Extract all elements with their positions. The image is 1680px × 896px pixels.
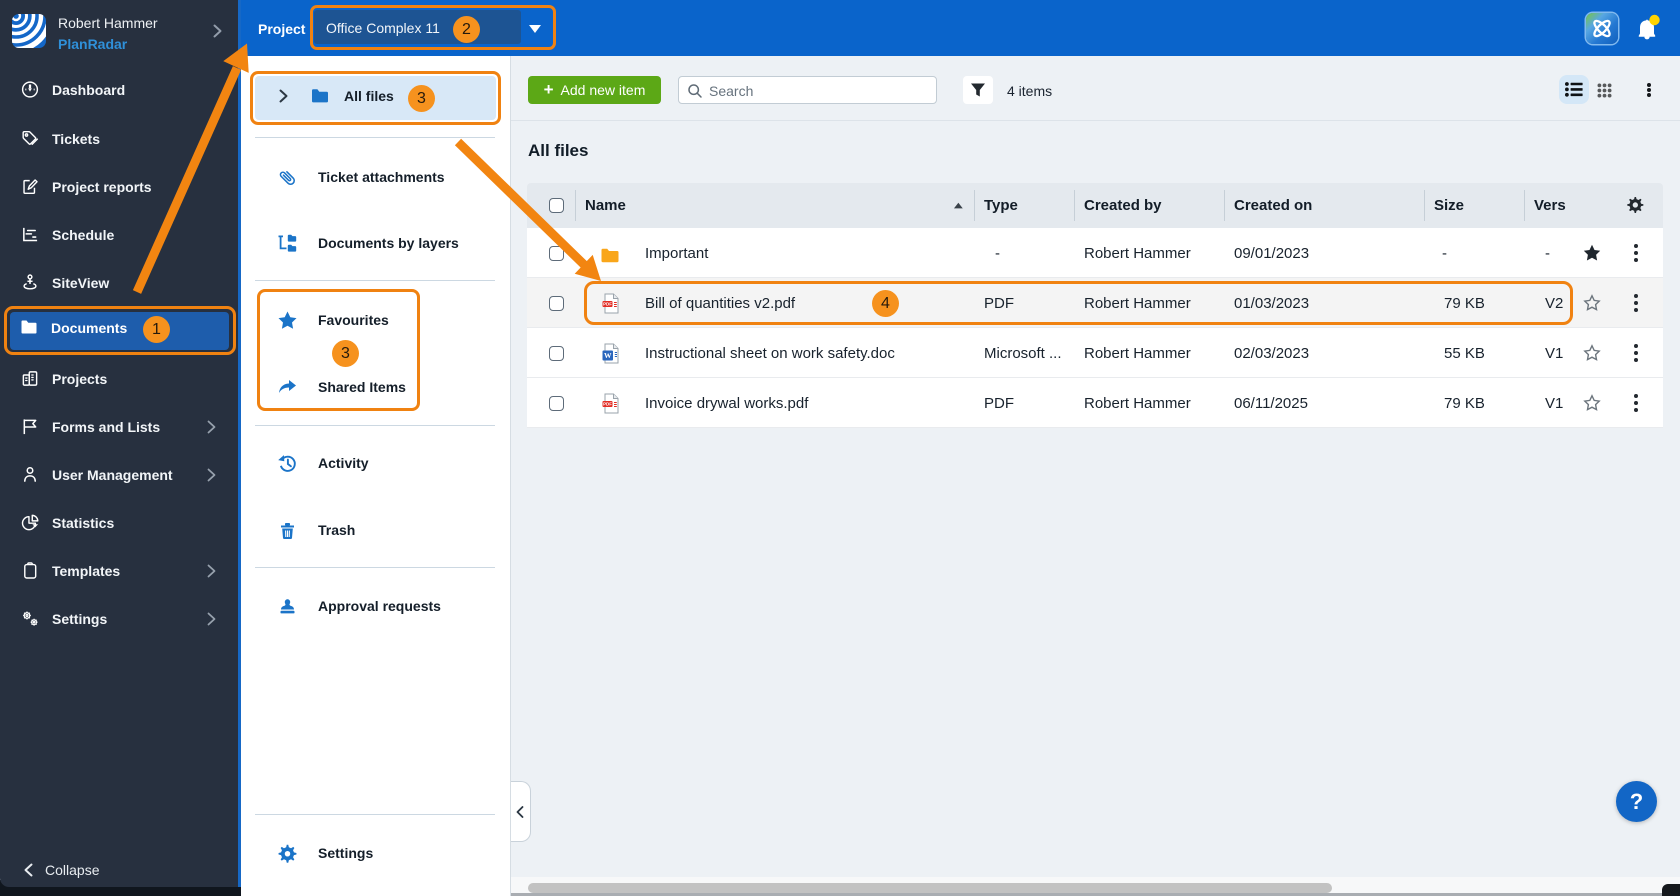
svg-text:W: W (604, 351, 612, 360)
svg-text:PDF: PDF (603, 402, 612, 407)
